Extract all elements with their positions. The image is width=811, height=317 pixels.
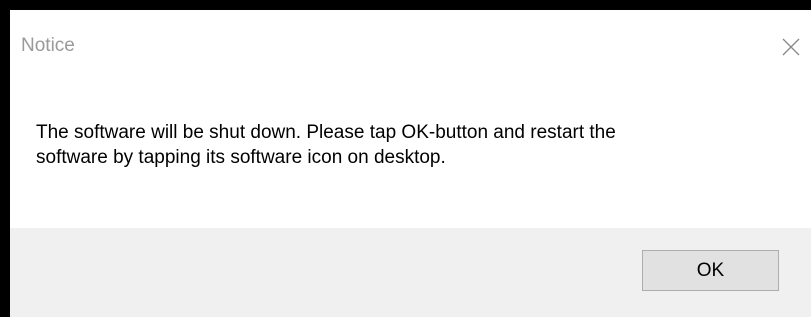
dialog-title: Notice <box>21 35 75 56</box>
ok-button[interactable]: OK <box>642 250 779 291</box>
dialog-footer: OK <box>10 228 811 317</box>
notice-dialog: Notice The software will be shut down. P… <box>10 10 811 317</box>
close-icon <box>782 38 800 56</box>
message-line-2: software by tapping its software icon on… <box>36 147 446 168</box>
dialog-message: The software will be shut down. Please t… <box>36 120 776 170</box>
close-button[interactable] <box>771 30 811 64</box>
dialog-titlebar: Notice <box>10 10 811 82</box>
message-line-1: The software will be shut down. Please t… <box>36 122 616 143</box>
dialog-content: The software will be shut down. Please t… <box>10 82 811 228</box>
